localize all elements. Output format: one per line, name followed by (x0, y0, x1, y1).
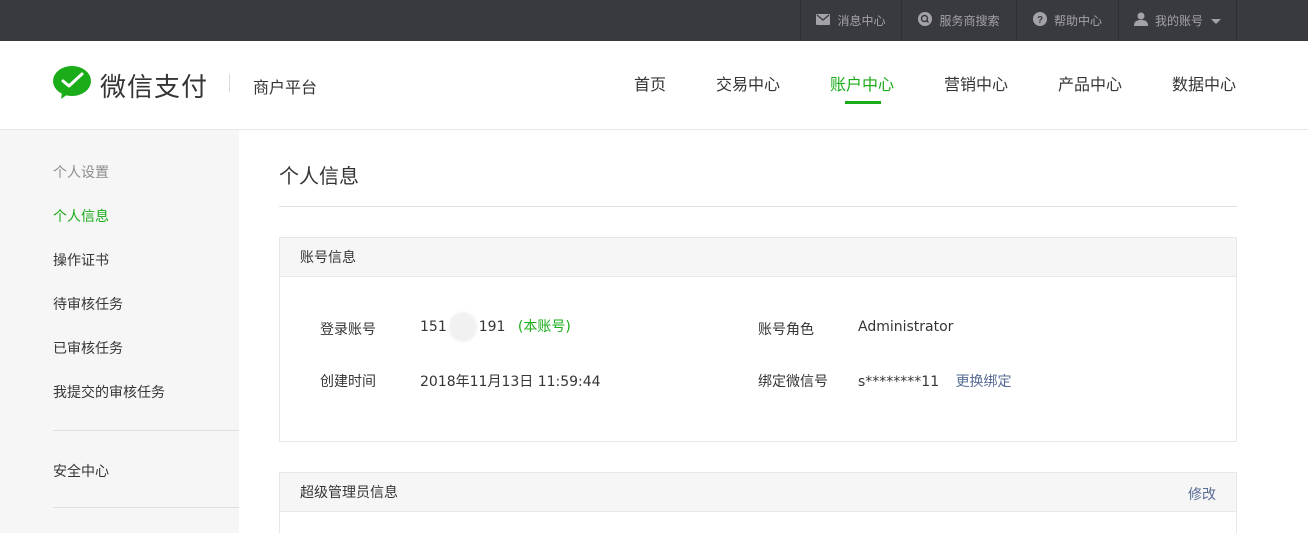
wechat-pay-logo-icon (53, 66, 91, 104)
header: 微信支付 商户平台 首页 交易中心 账户中心 营销中心 产品中心 数据中心 (0, 41, 1308, 130)
brand-name: 微信支付 (100, 72, 209, 103)
nav-active-indicator (845, 101, 881, 104)
logo[interactable]: 微信支付 (53, 66, 208, 104)
nav-transactions[interactable]: 交易中心 (716, 71, 780, 95)
sidebar-item-personal-info[interactable]: 个人信息 (53, 206, 109, 226)
sidebar-item-pending-review[interactable]: 待审核任务 (53, 294, 123, 314)
messages-label: 消息中心 (837, 14, 886, 28)
edit-link[interactable]: 修改 (1188, 484, 1216, 504)
nav-account[interactable]: 账户中心 (830, 71, 894, 95)
sidebar: 个人设置 个人信息 操作证书 待审核任务 已审核任务 我提交的审核任务 安全中心 (0, 130, 239, 533)
messages-link[interactable]: 消息中心 (800, 0, 901, 41)
created-time-label: 创建时间 (320, 374, 376, 390)
rebind-link[interactable]: 更换绑定 (956, 374, 1012, 390)
redacted-mask (448, 312, 477, 342)
account-info-panel: 账号信息 登录账号 151 191 (本账号) 账号角色 Administrato… (279, 237, 1237, 442)
nav-data[interactable]: 数据中心 (1172, 71, 1236, 95)
provider-search-label: 服务商搜索 (939, 14, 1000, 28)
help-link[interactable]: ? 帮助中心 (1016, 0, 1118, 41)
my-account-label: 我的账号 (1154, 14, 1203, 28)
login-account-suffix: 191 (478, 319, 506, 335)
bound-wechat-label: 绑定微信号 (758, 374, 828, 390)
current-account-tag: (本账号) (517, 319, 571, 335)
account-role-label: 账号角色 (758, 322, 814, 338)
user-icon (1133, 12, 1148, 29)
login-account-value: 151 191 (本账号) (420, 312, 571, 342)
sidebar-divider (53, 430, 239, 431)
top-bar: 消息中心 服务商搜索 ? 帮助中心 我的账号 (0, 0, 1308, 41)
svg-text:?: ? (1037, 15, 1043, 26)
platform-name: 商户平台 (253, 78, 318, 97)
bound-wechat-value: s********11 更换绑定 (858, 371, 1012, 391)
login-account-prefix: 151 (420, 319, 447, 335)
sidebar-item-my-submitted[interactable]: 我提交的审核任务 (53, 382, 165, 402)
super-admin-header: 超级管理员信息 修改 (280, 473, 1236, 512)
super-admin-title: 超级管理员信息 (300, 485, 398, 501)
sidebar-item-security[interactable]: 安全中心 (53, 461, 109, 481)
logo-divider (229, 74, 230, 92)
help-icon: ? (1032, 12, 1047, 29)
page-title: 个人信息 (279, 164, 359, 188)
chevron-down-icon (1211, 19, 1221, 24)
wechat-id: s********11 (858, 374, 940, 390)
search-icon (918, 12, 933, 29)
created-time-value: 2018年11月13日 11:59:44 (420, 374, 601, 390)
login-account-label: 登录账号 (320, 322, 376, 338)
account-info-header: 账号信息 (280, 238, 1236, 277)
nav-home[interactable]: 首页 (634, 71, 666, 95)
title-divider (279, 206, 1237, 207)
sidebar-item-reviewed[interactable]: 已审核任务 (53, 338, 123, 358)
provider-search-link[interactable]: 服务商搜索 (901, 0, 1016, 41)
sidebar-divider (53, 507, 239, 508)
sidebar-item-certificate[interactable]: 操作证书 (53, 250, 109, 270)
my-account-menu[interactable]: 我的账号 (1118, 0, 1237, 41)
account-info-title: 账号信息 (300, 250, 356, 266)
super-admin-panel: 超级管理员信息 修改 (279, 472, 1237, 533)
account-role-value: Administrator (858, 319, 954, 335)
nav-products[interactable]: 产品中心 (1058, 71, 1122, 95)
sidebar-group-personal-settings: 个人设置 (53, 165, 109, 181)
mail-icon (816, 13, 831, 28)
help-label: 帮助中心 (1053, 14, 1102, 28)
nav-marketing[interactable]: 营销中心 (944, 71, 1008, 95)
